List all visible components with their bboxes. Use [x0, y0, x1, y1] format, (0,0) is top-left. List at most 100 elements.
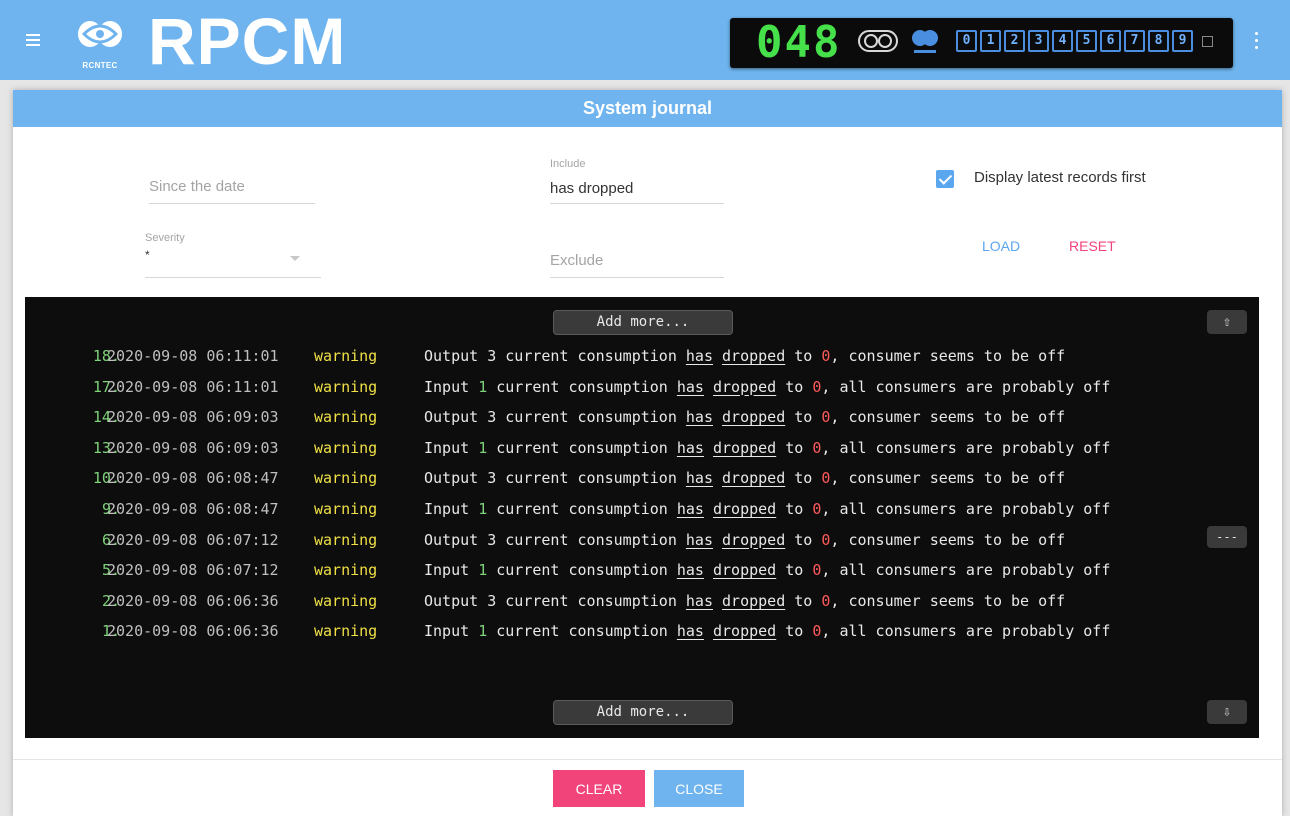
app-logo-title: RPCM — [148, 4, 347, 78]
reset-button[interactable]: RESET — [1061, 234, 1124, 258]
more-options-icon[interactable] — [1254, 32, 1260, 50]
latest-first-label: Display latest records first — [974, 169, 1146, 186]
message-kind: Output — [424, 408, 479, 427]
highlight-dropped: dropped — [713, 438, 777, 457]
channel-indicator: 6 — [1100, 30, 1121, 52]
row-datetime: 2020-09-08 06:11:01 — [107, 377, 279, 396]
message-comma: , — [830, 408, 849, 427]
message-to: to — [785, 499, 804, 518]
row-message: Input 1 current consumption has dropped … — [424, 372, 1110, 403]
message-index: 3 — [487, 591, 497, 610]
message-kind: Input — [424, 499, 470, 518]
row-severity: warning — [314, 561, 378, 580]
message-to: to — [785, 377, 804, 396]
severity-select[interactable]: Severity * — [145, 232, 321, 278]
latest-first-checkbox[interactable] — [936, 170, 954, 188]
message-tail: consumer seems to be off — [848, 530, 1066, 549]
highlight-dropped: dropped — [722, 469, 786, 488]
include-field[interactable]: Include has dropped — [550, 158, 724, 204]
row-severity: warning — [314, 591, 378, 610]
message-kind: Output — [424, 347, 479, 365]
journal-row: 13. 2020-09-08 06:09:03 warning Input 1 cur… — [25, 433, 1205, 464]
clear-button[interactable]: CLEAR — [553, 770, 645, 807]
highlight-dropped: dropped — [722, 591, 786, 610]
message-kind: Input — [424, 561, 470, 580]
exclude-underline — [550, 277, 724, 278]
include-label: Include — [550, 158, 586, 170]
scroll-bottom-button[interactable]: ⇩ — [1207, 700, 1247, 724]
highlight-has: has — [676, 499, 704, 518]
message-comma: , — [821, 622, 840, 641]
message-text: current consumption — [505, 347, 677, 365]
hamburger-menu-icon[interactable] — [26, 34, 40, 46]
ellipsis-button[interactable]: --- — [1207, 526, 1247, 548]
dialog-scrollbar[interactable] — [1261, 127, 1267, 757]
add-more-bottom-button[interactable]: Add more... — [553, 700, 733, 725]
highlight-has: has — [676, 377, 704, 396]
panel-status-icon — [1202, 36, 1213, 47]
message-tail: all consumers are probably off — [839, 622, 1111, 641]
highlight-has: has — [676, 438, 704, 457]
row-datetime: 2020-09-08 06:08:47 — [107, 469, 279, 488]
checkmark-icon — [938, 171, 953, 185]
channel-indicator: 5 — [1076, 30, 1097, 52]
row-message: Output 3 current consumption has dropped… — [424, 341, 1065, 372]
message-to: to — [785, 438, 804, 457]
add-more-top-button[interactable]: Add more... — [553, 310, 733, 335]
highlight-dropped: dropped — [722, 408, 786, 427]
since-date-underline — [149, 203, 315, 204]
journal-row: 14. 2020-09-08 06:09:03 warning Output 3 cu… — [25, 402, 1205, 433]
channel-indicator: 0 — [956, 30, 977, 52]
row-number: 18. — [92, 347, 120, 365]
journal-log-terminal: Add more... ⇧ --- ⇩ 18. 2020-09-08 06:11:… — [25, 297, 1259, 738]
message-to: to — [785, 622, 804, 641]
channel-indicator: 1 — [980, 30, 1001, 52]
message-index: 3 — [487, 347, 497, 365]
highlight-dropped: dropped — [713, 561, 777, 580]
highlight-has: has — [676, 622, 704, 641]
row-severity: warning — [314, 377, 378, 396]
message-tail: all consumers are probably off — [839, 438, 1111, 457]
close-button[interactable]: CLOSE — [654, 770, 744, 807]
journal-row: 2. 2020-09-08 06:06:36 warning Output 3 cur… — [25, 586, 1205, 617]
dropdown-arrow-icon — [290, 256, 300, 261]
scroll-top-button[interactable]: ⇧ — [1207, 310, 1247, 334]
message-kind: Input — [424, 377, 470, 396]
severity-value: * — [145, 248, 150, 262]
message-text: current consumption — [505, 591, 677, 610]
row-number: 13. — [92, 438, 120, 457]
row-severity: warning — [314, 438, 378, 457]
exclude-placeholder: Exclude — [550, 252, 604, 269]
message-comma: , — [821, 499, 840, 518]
message-to: to — [794, 591, 813, 610]
row-message: Input 1 current consumption has dropped … — [424, 494, 1110, 525]
message-to: to — [785, 561, 804, 580]
brand-small-text: RCNTEC — [82, 61, 118, 70]
message-comma: , — [821, 377, 840, 396]
row-datetime: 2020-09-08 06:11:01 — [107, 347, 279, 365]
channel-indicator: 2 — [1004, 30, 1025, 52]
message-index: 3 — [487, 408, 497, 427]
message-comma: , — [830, 591, 849, 610]
channel-indicator: 8 — [1148, 30, 1169, 52]
message-to: to — [794, 347, 813, 365]
outlet-counter: 048 — [756, 17, 842, 68]
message-text: current consumption — [496, 622, 668, 641]
channel-indicators: 0 1 2 3 4 5 6 7 8 9 — [956, 30, 1196, 52]
journal-rows: 18. 2020-09-08 06:11:01 warning Output 3 cu… — [25, 341, 1205, 647]
message-tail: all consumers are probably off — [839, 499, 1111, 518]
message-text: current consumption — [505, 530, 677, 549]
row-message: Output 3 current consumption has dropped… — [424, 525, 1065, 556]
exclude-field[interactable]: Exclude — [550, 246, 724, 278]
journal-row: 5. 2020-09-08 06:07:12 warning Input 1 curr… — [25, 555, 1205, 586]
message-tail: all consumers are probably off — [839, 561, 1111, 580]
row-message: Output 3 current consumption has dropped… — [424, 463, 1065, 494]
row-number: 17. — [92, 377, 120, 396]
row-severity: warning — [314, 408, 378, 427]
highlight-has: has — [685, 530, 713, 549]
device-status-panel: 048 0 1 2 3 4 5 6 7 8 9 — [730, 18, 1233, 68]
load-button[interactable]: LOAD — [974, 234, 1028, 258]
since-date-field[interactable]: Since the date — [149, 170, 315, 204]
message-kind: Input — [424, 438, 470, 457]
message-comma: , — [821, 561, 840, 580]
